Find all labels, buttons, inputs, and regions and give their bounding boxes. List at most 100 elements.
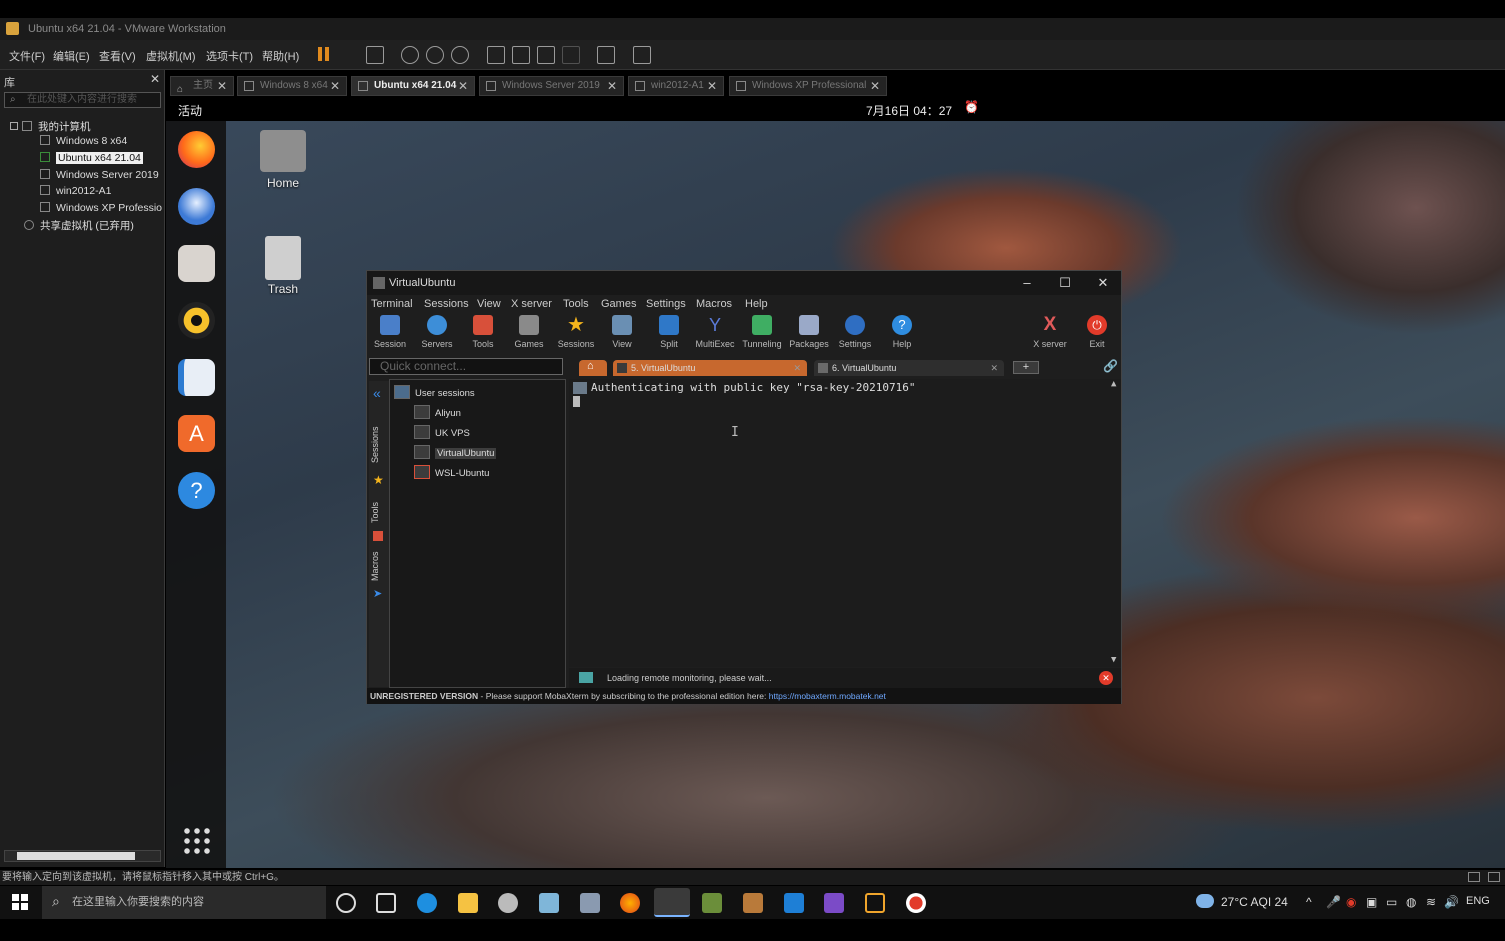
windows-start-icon[interactable] xyxy=(12,894,28,910)
minimize-icon[interactable]: – xyxy=(1009,271,1045,295)
library-search-input[interactable]: 在此处键入内容进行搜索 xyxy=(4,92,161,108)
toolbar-split-button[interactable]: Split xyxy=(646,315,692,349)
files-icon[interactable] xyxy=(178,245,215,282)
toolbar-exit-button[interactable]: ⏻ Exit xyxy=(1074,315,1120,349)
home-tab[interactable]: ⌂ xyxy=(579,360,607,376)
library-hscrollbar[interactable] xyxy=(4,850,161,862)
visual-studio-icon[interactable] xyxy=(824,893,844,913)
scroll-up-icon[interactable]: ▲ xyxy=(1111,379,1116,389)
show-apps-icon[interactable] xyxy=(182,826,210,854)
tree-vm-windows8[interactable]: Windows 8 x64 xyxy=(40,135,127,147)
toolbar-games-button[interactable]: Games xyxy=(506,315,552,349)
thumbnail-view-icon[interactable] xyxy=(512,46,530,64)
tree-vm-winxp[interactable]: Windows XP Professio xyxy=(40,202,162,214)
recording-tray-icon[interactable]: ◉ xyxy=(1346,895,1356,909)
moba-menu-view[interactable]: View xyxy=(477,298,501,310)
firefox-icon[interactable] xyxy=(178,131,215,168)
console-icon[interactable] xyxy=(597,46,615,64)
toolbar-settings-button[interactable]: Settings xyxy=(832,315,878,349)
snapshot-manager-icon[interactable] xyxy=(451,46,469,64)
close-icon[interactable]: ✕ xyxy=(870,77,880,95)
pause-icon[interactable] xyxy=(318,47,322,61)
firefox-icon[interactable] xyxy=(620,893,640,913)
toolbar-view-button[interactable]: View xyxy=(599,315,645,349)
send-ctrl-alt-del-icon[interactable] xyxy=(366,46,384,64)
scrollbar-thumb[interactable] xyxy=(17,852,135,860)
menu-help[interactable]: 帮助(H) xyxy=(262,48,299,64)
writer-icon[interactable] xyxy=(178,359,215,396)
toolbar-help-button[interactable]: ? Help xyxy=(879,315,925,349)
moba-menu-xserver[interactable]: X server xyxy=(511,298,552,310)
scroll-down-icon[interactable]: ▼ xyxy=(1111,655,1116,665)
taskbar-search[interactable]: 在这里输入你要搜索的内容 xyxy=(42,886,326,919)
tree-my-computer[interactable]: 我的计算机 xyxy=(10,119,91,134)
toolbar-packages-button[interactable]: Packages xyxy=(786,315,832,349)
tab-windows8[interactable]: Windows 8 x64 ✕ xyxy=(237,76,347,96)
tab-winxp[interactable]: Windows XP Professional ✕ xyxy=(729,76,887,96)
app-center-icon[interactable]: A xyxy=(178,415,215,452)
tree-vm-ubuntu[interactable]: Ubuntu x64 21.04 xyxy=(40,152,143,164)
device-icon[interactable] xyxy=(1488,872,1500,882)
file-explorer-icon[interactable] xyxy=(458,893,478,913)
cortana-icon[interactable] xyxy=(336,893,356,913)
package-icon[interactable] xyxy=(743,893,763,913)
tree-vm-server2019[interactable]: Windows Server 2019 xyxy=(40,169,159,181)
session-uk-vps[interactable]: UK VPS xyxy=(414,425,470,439)
language-indicator[interactable]: ENG xyxy=(1466,895,1490,907)
menu-vm[interactable]: 虚拟机(M) xyxy=(146,48,196,64)
notes-icon[interactable] xyxy=(539,893,559,913)
tab-ubuntu[interactable]: Ubuntu x64 21.04 ✕ xyxy=(351,76,475,96)
toolbar-tools-button[interactable]: Tools xyxy=(460,315,506,349)
tree-vm-win2012[interactable]: win2012-A1 xyxy=(40,185,111,197)
help-icon[interactable]: ? xyxy=(178,472,215,509)
library-view-icon[interactable] xyxy=(487,46,505,64)
sessions-root[interactable]: User sessions xyxy=(394,385,475,399)
desktop-label-trash[interactable]: Trash xyxy=(248,282,318,296)
toolbar-sessions-button[interactable]: ★ Sessions xyxy=(553,315,599,349)
close-icon[interactable]: ✕ xyxy=(607,77,617,95)
close-icon[interactable]: ✕ xyxy=(217,77,227,95)
session-virtualubuntu[interactable]: VirtualUbuntu xyxy=(414,445,497,459)
close-monitor-icon[interactable]: ✕ xyxy=(1099,671,1113,685)
toolbar-multiexec-button[interactable]: Y MultiExec xyxy=(692,315,738,349)
record-icon[interactable] xyxy=(906,893,926,913)
terminal-area[interactable]: Authenticating with public key "rsa-key-… xyxy=(569,379,1121,667)
toolbar-xserver-button[interactable]: XX server xyxy=(1027,315,1073,350)
moba-menu-tools[interactable]: Tools xyxy=(563,298,589,310)
library-close-icon[interactable]: ✕ xyxy=(150,72,160,86)
wechat-tray-icon[interactable]: ◍ xyxy=(1406,895,1416,909)
minecraft-icon[interactable] xyxy=(702,893,722,913)
quick-connect-input[interactable]: Quick connect... xyxy=(369,358,563,375)
side-tab-sessions[interactable]: Sessions xyxy=(370,417,388,473)
close-icon[interactable]: ✕ xyxy=(793,360,801,376)
side-tab-tools[interactable]: Tools xyxy=(370,493,388,531)
vscode-icon[interactable] xyxy=(784,893,804,913)
moba-menu-settings[interactable]: Settings xyxy=(646,298,686,310)
fullscreen-icon[interactable] xyxy=(537,46,555,64)
revert-snapshot-icon[interactable] xyxy=(426,46,444,64)
footer-link[interactable]: https://mobaxterm.mobatek.net xyxy=(769,691,886,701)
weather-icon[interactable] xyxy=(1196,894,1214,908)
collapse-sidebar-icon[interactable]: « xyxy=(373,385,381,401)
trash-icon[interactable] xyxy=(265,236,301,280)
display-tray-icon[interactable]: ▭ xyxy=(1386,895,1397,909)
close-icon[interactable]: ✕ xyxy=(1085,271,1121,295)
toolbar-session-button[interactable]: Session xyxy=(367,315,413,349)
tree-shared-vms[interactable]: 共享虚拟机 (已弃用) xyxy=(24,218,134,233)
tab-server2019[interactable]: Windows Server 2019 ✕ xyxy=(479,76,624,96)
session-wsl-ubuntu[interactable]: WSL-Ubuntu xyxy=(414,465,489,479)
collapse-icon[interactable] xyxy=(10,122,18,130)
activities-button[interactable]: 活动 xyxy=(178,102,202,119)
taskbar-active-app[interactable] xyxy=(654,888,690,917)
desktop-label-home[interactable]: Home xyxy=(248,176,318,190)
app-icon[interactable] xyxy=(580,893,600,913)
alarm-icon[interactable]: ⏰ xyxy=(964,100,979,114)
side-tab-macros[interactable]: Macros xyxy=(370,547,388,585)
edge-icon[interactable] xyxy=(417,893,437,913)
tab-win2012[interactable]: win2012-A1 ✕ xyxy=(628,76,724,96)
new-tab-button[interactable]: + xyxy=(1013,361,1039,374)
moba-menu-terminal[interactable]: Terminal xyxy=(371,298,413,310)
home-folder-icon[interactable] xyxy=(260,130,306,172)
maximize-icon[interactable]: ☐ xyxy=(1047,271,1083,295)
close-icon[interactable]: ✕ xyxy=(707,77,717,95)
